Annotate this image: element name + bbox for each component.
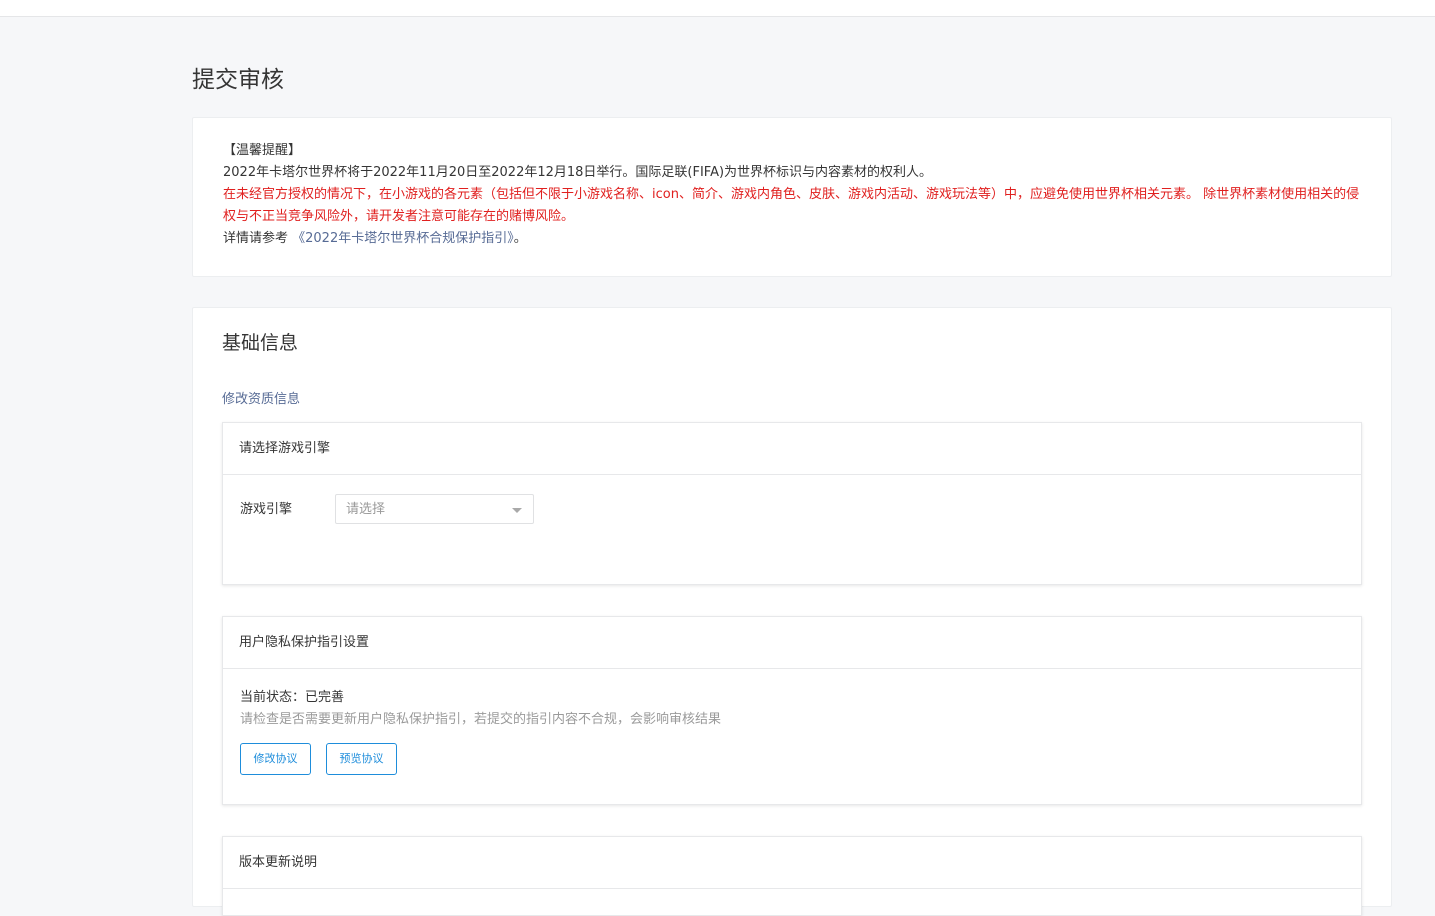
game-engine-label: 游戏引擎	[240, 502, 293, 517]
game-engine-select-placeholder: 请选择	[346, 502, 386, 517]
notice-warning: 在未经官方授权的情况下，在小游戏的各元素（包括但不限于小游戏名称、icon、简介…	[223, 187, 1360, 224]
game-engine-panel-header: 请选择游戏引擎	[223, 423, 1361, 475]
edit-qualification-link[interactable]: 修改资质信息	[222, 390, 300, 410]
page-title: 提交审核	[192, 67, 284, 93]
preview-agreement-button[interactable]: 预览协议	[326, 743, 397, 775]
compliance-guide-link[interactable]: 《2022年卡塔尔世界杯合规保护指引》	[292, 231, 514, 246]
basic-info-card	[192, 307, 1392, 907]
game-engine-select[interactable]: 请选择	[335, 494, 534, 524]
edit-agreement-button[interactable]: 修改协议	[240, 743, 311, 775]
privacy-hint-text: 请检查是否需要更新用户隐私保护指引，若提交的指引内容不合规，会影响审核结果	[240, 712, 722, 727]
basic-info-title: 基础信息	[222, 332, 299, 354]
warm-reminder-notice: 【温馨提醒】 2022年卡塔尔世界杯将于2022年11月20日至2022年12月…	[192, 117, 1392, 277]
notice-reference-prefix: 详情请参考	[223, 231, 293, 246]
version-notes-panel-header: 版本更新说明	[223, 837, 1361, 889]
notice-reference-suffix: 。	[513, 231, 527, 246]
version-notes-panel: 版本更新说明	[222, 836, 1362, 916]
notice-heading: 【温馨提醒】	[223, 143, 302, 158]
privacy-status-text: 当前状态：已完善	[240, 690, 345, 705]
top-navigation-bar	[0, 0, 1435, 17]
notice-reference: 详情请参考 《2022年卡塔尔世界杯合规保护指引》。	[223, 228, 1361, 250]
chevron-down-icon	[512, 508, 522, 513]
privacy-guide-panel-header: 用户隐私保护指引设置	[223, 617, 1361, 669]
notice-event-info: 2022年卡塔尔世界杯将于2022年11月20日至2022年12月18日举行。国…	[223, 165, 933, 180]
privacy-guide-panel: 用户隐私保护指引设置 当前状态：已完善 请检查是否需要更新用户隐私保护指引，若提…	[222, 616, 1362, 805]
game-engine-panel: 请选择游戏引擎 游戏引擎 请选择	[222, 422, 1362, 585]
